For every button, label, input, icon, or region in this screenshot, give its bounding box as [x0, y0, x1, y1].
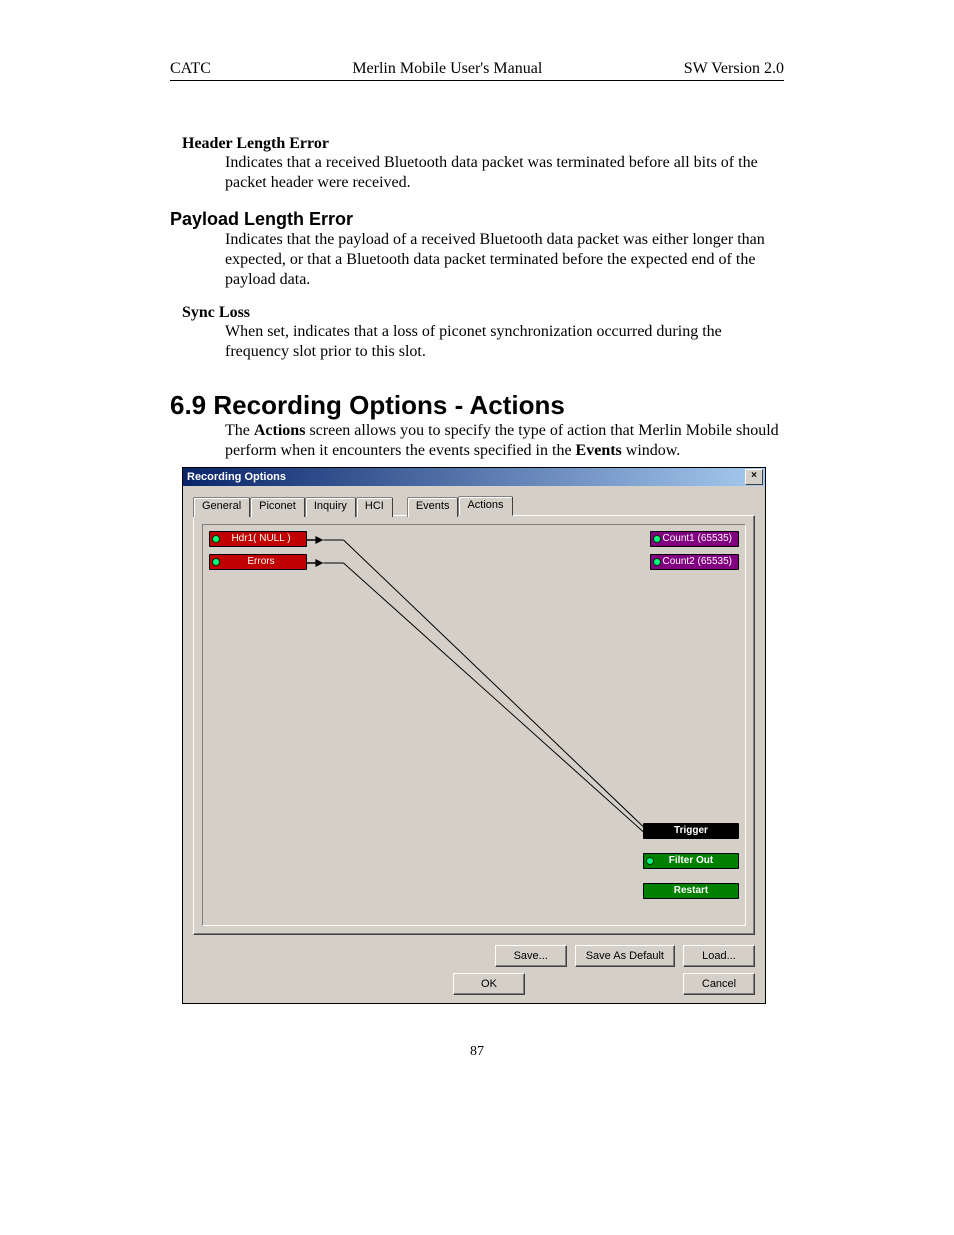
payload-length-error-body: Indicates that the payload of a received…	[225, 230, 784, 290]
dialog-title: Recording Options	[187, 471, 286, 483]
node-trigger[interactable]: Trigger	[643, 823, 739, 839]
tab-inquiry[interactable]: Inquiry	[305, 497, 356, 517]
close-icon: ×	[751, 470, 757, 481]
node-count2[interactable]: Count2 (65535)	[650, 554, 740, 570]
tab-hci[interactable]: HCI	[356, 497, 393, 517]
tab-panel-actions: Hdr1( NULL ) Errors Count1 (65535) Count…	[193, 515, 755, 935]
header-right: SW Version 2.0	[684, 60, 784, 78]
node-errors[interactable]: Errors	[209, 554, 307, 570]
node-restart[interactable]: Restart	[643, 883, 739, 899]
page-number: 87	[170, 1044, 784, 1060]
payload-length-error-title: Payload Length Error	[170, 209, 784, 230]
page-header: CATC Merlin Mobile User's Manual SW Vers…	[170, 60, 784, 81]
section-6-9-body: The Actions screen allows you to specify…	[225, 421, 784, 461]
button-row-1: Save... Save As Default Load...	[193, 945, 755, 967]
node-dot-icon	[212, 558, 220, 566]
sync-loss-body: When set, indicates that a loss of picon…	[225, 322, 784, 362]
actions-canvas: Hdr1( NULL ) Errors Count1 (65535) Count…	[202, 524, 746, 926]
close-button[interactable]: ×	[745, 469, 763, 485]
tab-events[interactable]: Events	[407, 497, 459, 517]
header-left: CATC	[170, 60, 211, 78]
node-hdr1[interactable]: Hdr1( NULL )	[209, 531, 307, 547]
save-as-default-button[interactable]: Save As Default	[575, 945, 675, 967]
tab-piconet[interactable]: Piconet	[250, 497, 305, 517]
node-dot-icon	[653, 535, 661, 543]
cancel-button[interactable]: Cancel	[683, 973, 755, 995]
node-dot-icon	[212, 535, 220, 543]
header-length-error-title: Header Length Error	[182, 135, 784, 153]
sync-loss-title: Sync Loss	[182, 304, 784, 322]
node-filter-out[interactable]: Filter Out	[643, 853, 739, 869]
tab-actions[interactable]: Actions	[458, 496, 512, 516]
tab-spacer	[393, 497, 407, 517]
save-button[interactable]: Save...	[495, 945, 567, 967]
ok-button[interactable]: OK	[453, 973, 525, 995]
load-button[interactable]: Load...	[683, 945, 755, 967]
node-dot-icon	[646, 857, 654, 865]
header-length-error-body: Indicates that a received Bluetooth data…	[225, 153, 784, 193]
tab-general[interactable]: General	[193, 497, 250, 517]
section-6-9-title: 6.9 Recording Options - Actions	[170, 390, 784, 421]
dialog-titlebar[interactable]: Recording Options ×	[183, 468, 765, 486]
tab-strip: General Piconet Inquiry HCI Events Actio…	[193, 496, 755, 516]
button-row-2: OK Cancel	[193, 973, 755, 995]
node-dot-icon	[653, 558, 661, 566]
header-center: Merlin Mobile User's Manual	[352, 60, 542, 78]
recording-options-dialog: Recording Options × General Piconet Inqu…	[182, 467, 766, 1004]
node-count1[interactable]: Count1 (65535)	[650, 531, 740, 547]
